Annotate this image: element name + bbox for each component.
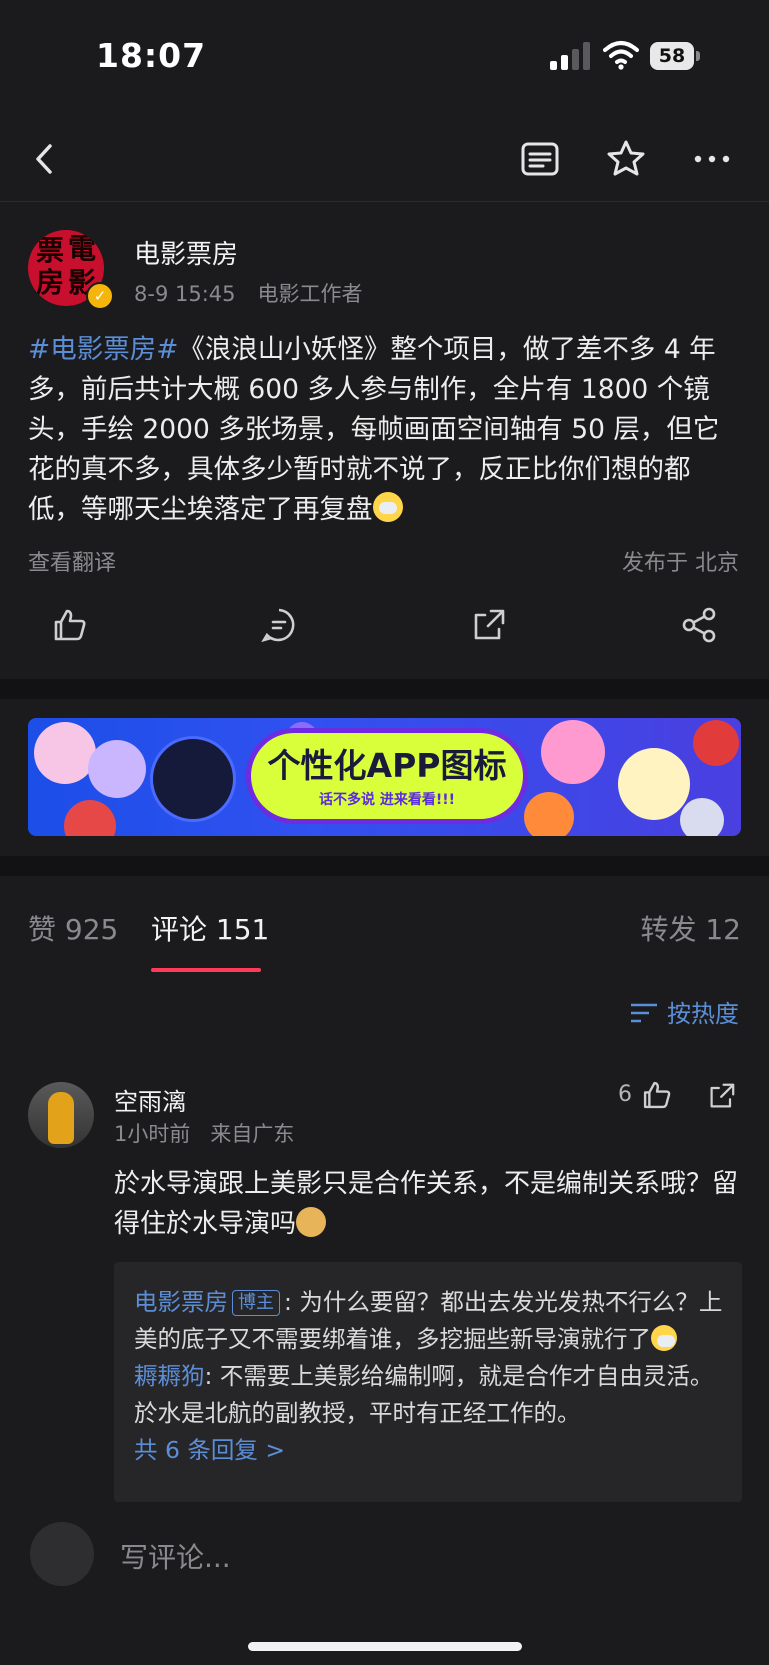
back-icon[interactable] — [20, 134, 70, 184]
post-date: 8-9 15:45 — [134, 282, 236, 306]
reply-author[interactable]: 电影票房 — [134, 1288, 228, 1316]
comment-text: 於水导演跟上美影只是合作关系，不是编制关系哦？留得住於水导演吗 — [114, 1169, 739, 1239]
author-name[interactable]: 电影票房 — [134, 234, 238, 271]
section-divider — [0, 856, 769, 876]
banner-subtitle: 话不多说 进来看看!!! — [318, 792, 456, 808]
comment-input[interactable]: 写评论... — [120, 1536, 231, 1576]
share-external-icon[interactable] — [469, 605, 509, 645]
wifi-icon — [603, 41, 639, 70]
post-body: #电影票房#《浪浪山小妖怪》整个项目，做了差不多 4 年多，前后共计大概 600… — [28, 330, 743, 530]
reply-author[interactable]: 耨耨狗 — [134, 1362, 205, 1390]
comment-location: 来自广东 — [210, 1122, 295, 1146]
battery-icon: 58 — [650, 42, 700, 70]
reply-thread[interactable]: 电影票房 博主: 为什么要留？都出去发光发热不行么？上美的底子又不需要绑着谁，多挖… — [114, 1262, 742, 1502]
active-tab-indicator — [151, 968, 261, 972]
section-divider — [0, 679, 769, 699]
article-icon[interactable] — [515, 134, 565, 184]
translate-link[interactable]: 查看翻译 — [28, 545, 116, 577]
mask-face-emoji-icon — [651, 1325, 677, 1351]
home-indicator[interactable] — [248, 1642, 522, 1651]
author-badge: 博主 — [232, 1290, 280, 1316]
share-icon[interactable] — [679, 605, 719, 645]
mask-face-emoji-icon — [372, 492, 403, 522]
more-replies-link[interactable]: 共 6 条回复 > — [134, 1432, 724, 1469]
commenter-name[interactable]: 空雨漓 — [114, 1082, 186, 1117]
cellular-signal-icon — [550, 42, 590, 70]
comment-time: 1小时前 — [114, 1122, 191, 1146]
hashtag-link[interactable]: #电影票房# — [28, 334, 178, 365]
reply-item: 电影票房 博主: 为什么要留？都出去发光发热不行么？上美的底子又不需要绑着谁，多挖… — [134, 1284, 724, 1358]
sort-button[interactable]: 按热度 — [629, 994, 739, 1029]
comment-input-bar — [0, 1502, 769, 1665]
post-location: 发布于 北京 — [622, 551, 739, 576]
comment-like-count: 6 — [618, 1082, 632, 1107]
tab-reposts[interactable]: 转发 12 — [640, 908, 741, 948]
promo-banner[interactable]: 个性化APP图标 话不多说 进来看看!!! — [28, 718, 741, 836]
my-avatar — [30, 1522, 94, 1586]
author-title: 电影工作者 — [257, 282, 363, 306]
tab-comments[interactable]: 评论 151 — [151, 908, 269, 948]
banner-pill: 个性化APP图标 话不多说 进来看看!!! — [246, 728, 528, 824]
like-icon[interactable] — [50, 605, 90, 645]
commenter-avatar[interactable] — [28, 1082, 94, 1148]
comment-share-icon[interactable] — [706, 1080, 738, 1112]
sort-icon — [631, 1003, 658, 1023]
comment-icon[interactable] — [259, 605, 299, 645]
nav-divider — [0, 201, 769, 202]
comment-meta: 1小时前 来自广东 — [114, 1118, 294, 1148]
doge-emoji-icon — [296, 1207, 327, 1237]
post-meta: 8-9 15:45 电影工作者 — [134, 278, 363, 308]
more-icon[interactable] — [687, 134, 737, 184]
comment-like-icon[interactable] — [640, 1078, 674, 1112]
reply-item: 耨耨狗: 不需要上美影给编制啊，就是合作才自由灵活。於水是北航的副教授，平时有正… — [134, 1358, 724, 1432]
star-icon[interactable] — [601, 134, 651, 184]
tab-likes[interactable]: 赞 925 — [28, 908, 118, 948]
verified-badge-icon: ✓ — [86, 282, 114, 310]
sort-label: 按热度 — [667, 1000, 739, 1028]
reply-text: : 不需要上美影给编制啊，就是合作才自由灵活。於水是北航的副教授，平时有正经工作… — [134, 1362, 714, 1427]
status-time: 18:07 — [96, 36, 207, 75]
battery-level: 58 — [650, 42, 694, 70]
banner-title: 个性化APP图标 — [267, 746, 507, 785]
